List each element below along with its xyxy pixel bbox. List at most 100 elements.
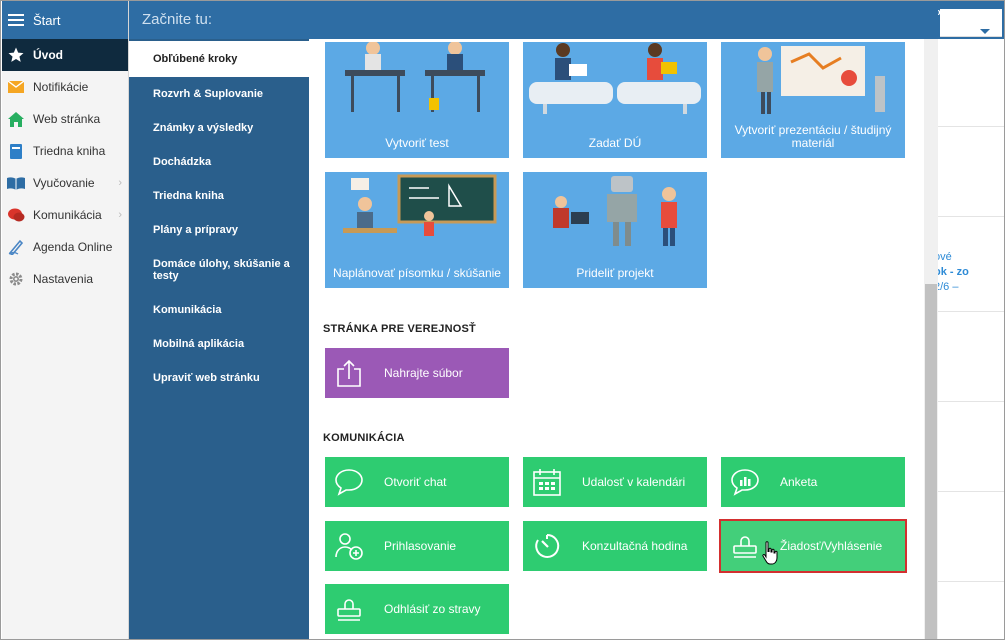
tile-label: Žiadosť/Vyhlásenie [780,539,883,553]
tile-vytvorit-test[interactable]: Vytvoriť test [325,41,509,158]
start-overlay: Začnite tu: Obľúbené kroky Rozvrh & Supl… [129,1,938,639]
sidebar-item-label: Úvod [33,48,63,62]
presentation-illustration-icon [757,46,885,114]
tile-anketa[interactable]: Anketa [721,457,905,507]
tile-prihlasovanie[interactable]: Prihlasovanie [325,521,509,571]
tile-label: Nahrajte súbor [384,366,463,380]
hamburger-icon[interactable] [8,14,24,26]
tile-zadat-du[interactable]: Zadať DÚ [523,42,707,158]
chevron-right-icon: › [118,209,122,221]
menu-item-znamky[interactable]: Známky a výsledky [129,111,309,145]
menu-item-domace-ulohy[interactable]: Domáce úlohy, skúšanie a testy [129,247,309,293]
sidebar-item-nastavenia[interactable]: Nastavenia [2,263,128,295]
calendar-icon [531,466,563,498]
stamp-icon [729,530,761,562]
open-book-icon [7,174,25,192]
hand-pointer-icon [762,541,778,565]
sidebar-item-label: Notifikácie [33,80,89,94]
menu-item-triedna-kniha[interactable]: Triedna kniha [129,179,309,213]
menu-item-plany[interactable]: Plány a prípravy [129,213,309,247]
add-user-icon [333,530,365,562]
project-illustration-icon [553,176,677,246]
sidebar-item-vyucovanie[interactable]: Vyučovanie › [2,167,128,199]
tile-naplanovat-pisomku[interactable]: Naplánovať písomku / skúšanie [325,172,509,288]
home-icon [7,110,25,128]
sidebar-title: Štart [33,12,61,28]
section-title-verejnost: STRÁNKA PRE VEREJNOSŤ [323,323,476,335]
user-dropdown[interactable] [940,9,1002,37]
background-header: ko [930,1,1004,39]
stamp-icon [333,593,365,625]
star-icon [7,46,25,64]
caret-down-icon [980,29,990,34]
tile-label: Odhlásiť zo stravy [384,602,481,616]
chat-bubbles-icon [7,206,25,224]
tile-label: Zadať DÚ [588,136,642,150]
tile-label: Prihlasovanie [384,539,457,553]
sidebar-item-notifikacie[interactable]: Notifikácie [2,71,128,103]
pen-icon [7,238,25,256]
sidebar-item-label: Komunikácia [33,208,102,222]
upload-icon [333,357,365,389]
tile-label: Naplánovať písomku / skúšanie [333,266,501,280]
tile-nahrajte-subor[interactable]: Nahrajte súbor [325,348,509,398]
sidebar-item-uvod[interactable]: Úvod [2,39,128,71]
tile-label: Otvoriť chat [384,475,447,489]
tile-pridelit-projekt[interactable]: Prideliť projekt [523,172,707,288]
menu-item-upravit-web[interactable]: Upraviť web stránku [129,361,309,395]
poll-icon [729,466,761,498]
sidebar-header[interactable]: Štart [2,1,128,39]
sidebar-item-komunikacia[interactable]: Komunikácia › [2,199,128,231]
menu-item-oblubene-kroky[interactable]: Obľúbené kroky [129,41,309,77]
divider [938,401,1004,402]
tile-vytvorit-prezentaciu[interactable]: Vytvoriť prezentáciu / študijný materiál [721,42,905,158]
sidebar-item-agenda-online[interactable]: Agenda Online [2,231,128,263]
sidebar-item-label: Triedna kniha [33,144,106,158]
sidebar-item-triedna-kniha[interactable]: Triedna kniha [2,135,128,167]
tile-label: Vytvoriť prezentáciu / študijný materiál [734,123,892,150]
overlay-menu: Obľúbené kroky Rozvrh & Suplovanie Známk… [129,39,309,639]
tile-label: Udalosť v kalendári [582,475,686,489]
chevron-right-icon: › [118,177,122,189]
app-sidebar: Štart Úvod Notifikácie Web stránka Tried… [2,1,129,639]
timer-icon [531,530,563,562]
gear-icon [7,270,25,288]
divider [938,311,1004,312]
chat-bubble-icon [333,466,365,498]
menu-item-rozvrh[interactable]: Rozvrh & Suplovanie [129,77,309,111]
sidebar-item-label: Agenda Online [33,240,113,254]
divider [938,491,1004,492]
tile-ziadost-vyhlasenie[interactable]: Žiadosť/Vyhlásenie [719,519,907,573]
background-app: ko ové ok - zo 2/6 – [930,1,1004,639]
tile-label: Prideliť projekt [576,266,654,280]
overlay-content: Vytvoriť test Zadať DÚ Vytvoriť prezentá… [309,39,938,639]
tile-label: Vytvoriť test [385,136,449,150]
tile-udalost-v-kalendari[interactable]: Udalosť v kalendári [523,457,707,507]
sidebar-item-label: Nastavenia [33,272,94,286]
tile-label: Anketa [780,475,818,489]
sidebar-item-label: Vyučovanie [33,176,95,190]
tile-konzultacna-hodina[interactable]: Konzultačná hodina [523,521,707,571]
overlay-scrollbar[interactable] [924,39,938,639]
divider [938,126,1004,127]
menu-item-komunikacia[interactable]: Komunikácia [129,293,309,327]
envelope-icon [7,78,25,96]
tile-otvorit-chat[interactable]: Otvoriť chat [325,457,509,507]
scrollbar-thumb[interactable] [925,284,937,639]
window-frame: Štart Úvod Notifikácie Web stránka Tried… [0,0,1005,640]
tile-odhlasit-zo-stravy[interactable]: Odhlásiť zo stravy [325,584,509,634]
sidebar-item-web-stranka[interactable]: Web stránka [2,103,128,135]
homework-illustration-icon [529,43,701,114]
divider [938,216,1004,217]
overlay-title: Začnite tu: [129,1,938,39]
classroom-illustration-icon [345,41,485,112]
divider [938,581,1004,582]
book-icon [7,142,25,160]
section-title-komunikacia: KOMUNIKÁCIA [323,432,405,444]
exam-illustration-icon [343,174,497,236]
background-link[interactable]: ok - zo [934,266,969,278]
menu-item-mobilna-aplikacia[interactable]: Mobilná aplikácia [129,327,309,361]
tile-label: Konzultačná hodina [582,539,688,553]
sidebar-item-label: Web stránka [33,112,101,126]
menu-item-dochadzka[interactable]: Dochádzka [129,145,309,179]
